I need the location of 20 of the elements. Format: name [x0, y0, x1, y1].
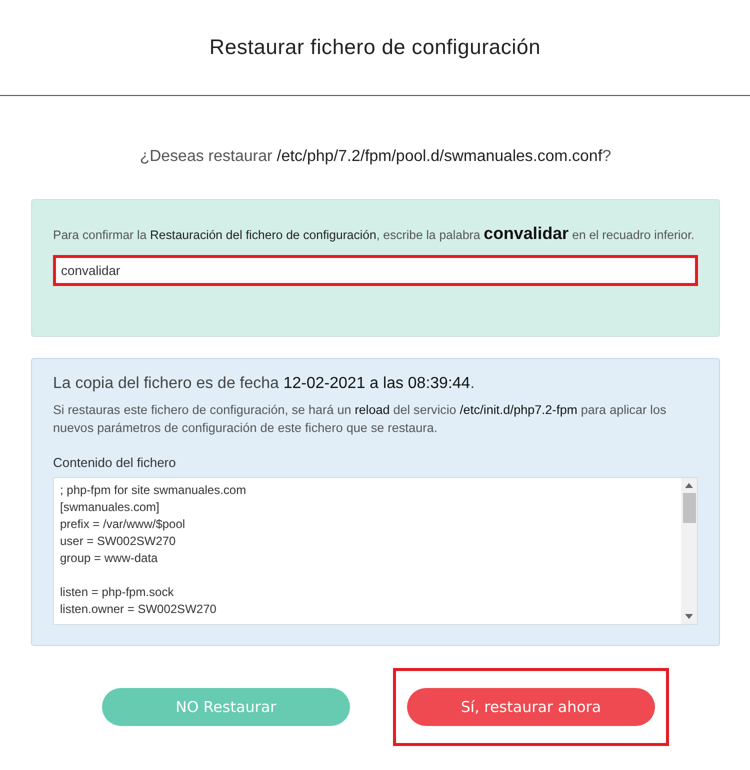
content-label: Contenido del fichero — [53, 455, 177, 470]
scrollbar[interactable] — [681, 478, 697, 624]
file-content-area[interactable]: ; php-fpm for site swmanuales.com [swmanuales.com] prefix = /var/www/$pool user = SW002SW270 group = www-data listen = php-fpm.sock listen.owner = SW002SW270 — [53, 477, 698, 625]
reload-note-text: Si restauras este fichero de configuración, se hará un reload del servicio /etc/init.d/php7.2-fpm para aplicar los nuevos parámetros de configuración de este fichero que se restaura. — [53, 402, 668, 437]
dialog-title: Restaurar fichero de configuración — [209, 36, 541, 60]
scroll-down-arrow-icon[interactable] — [685, 614, 693, 619]
confirm-button[interactable]: Sí, restaurar ahora — [407, 688, 655, 726]
file-content-line: ; php-fpm for site swmanuales.com — [60, 482, 248, 499]
file-content-line: group = www-data — [60, 550, 159, 567]
scrollbar-thumb[interactable] — [682, 493, 696, 523]
file-content-line: user = SW002SW270 — [60, 533, 177, 550]
question-text: ¿Deseas restaurar /etc/php/7.2/fpm/pool.d/swmanuales.com.conf? — [138, 148, 612, 166]
file-content-line: listen = php-fpm.sock — [60, 584, 175, 601]
file-content-line: [swmanuales.com] — [60, 499, 160, 516]
instruction-text: Para confirmar la Restauración del fichero de configuración, escribe la palabra convalidar en el recuadro inferior. — [53, 224, 696, 245]
confirm-input-field[interactable]: convalidar — [53, 255, 698, 286]
file-content-line: listen.owner = SW002SW270 — [60, 601, 218, 618]
file-content-line: prefix = /var/www/$pool — [60, 516, 186, 533]
scroll-up-arrow-icon[interactable] — [685, 483, 693, 488]
backup-date-text: La copia del fichero es de fecha 12-02-2021 a las 08:39:44. — [53, 375, 476, 393]
